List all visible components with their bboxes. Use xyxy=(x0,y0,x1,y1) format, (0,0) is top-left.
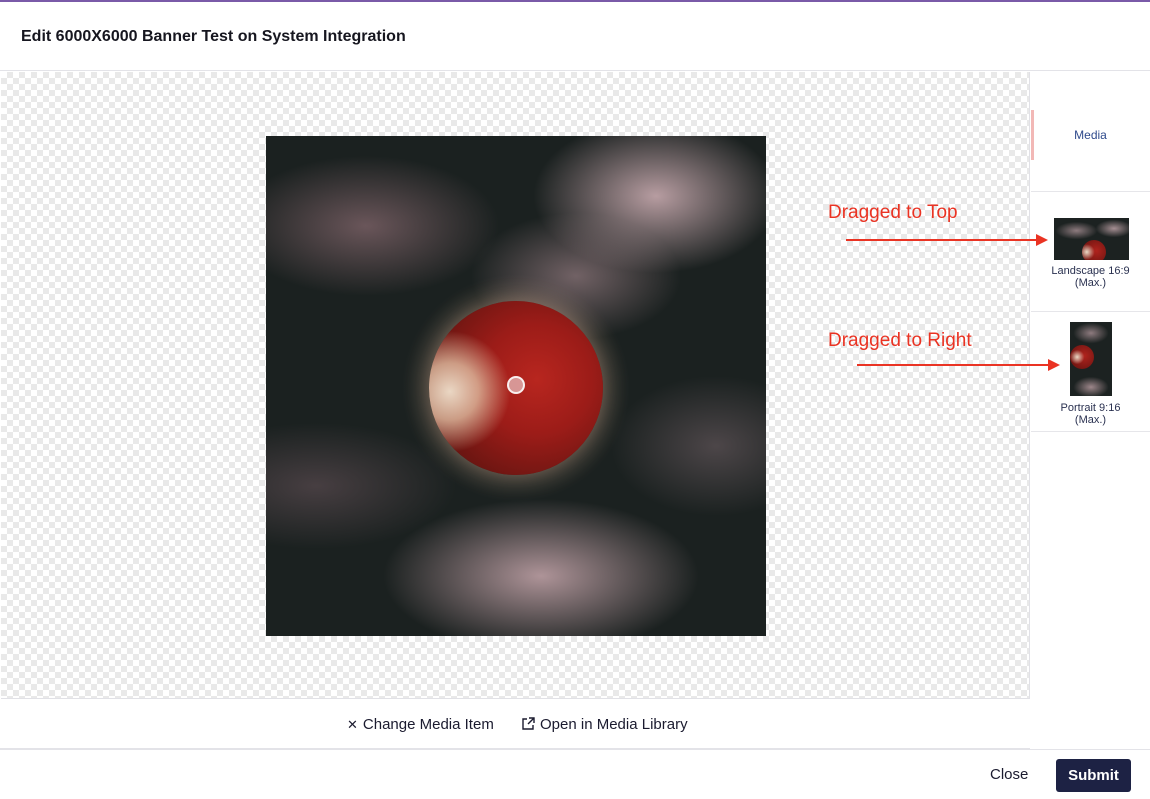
main-image-preview[interactable] xyxy=(266,136,766,636)
close-button[interactable]: Close xyxy=(990,766,1028,783)
thumbnail-moon xyxy=(1082,240,1106,260)
dialog-header: Edit 6000X6000 Banner Test on System Int… xyxy=(0,2,1150,71)
media-actions-bar: ✕ Change Media Item Open in Media Librar… xyxy=(0,700,1030,749)
crop-label-portrait: Portrait 9:16 xyxy=(1060,402,1121,414)
external-link-icon xyxy=(522,716,535,733)
landscape-crop-thumbnail[interactable] xyxy=(1054,218,1129,260)
submit-button[interactable]: Submit xyxy=(1056,759,1131,792)
crop-sidebar: Media Landscape 16:9 (Max.) Portrait 9:1… xyxy=(1031,72,1150,699)
footer-divider xyxy=(0,749,1150,750)
crop-label-landscape: Landscape 16:9 xyxy=(1051,265,1130,277)
change-media-button[interactable]: ✕ Change Media Item xyxy=(347,716,494,733)
external-link-svg xyxy=(522,716,535,730)
annotation-arrow-top xyxy=(846,234,1048,246)
crop-item-landscape[interactable]: Landscape 16:9 (Max.) xyxy=(1031,265,1150,289)
open-media-library-link[interactable]: Open in Media Library xyxy=(522,716,688,733)
sidebar-divider xyxy=(1031,311,1150,312)
open-media-library-label: Open in Media Library xyxy=(540,716,688,733)
change-media-label: Change Media Item xyxy=(362,716,494,733)
focal-point-handle[interactable] xyxy=(507,376,525,394)
annotation-dragged-right: Dragged to Right xyxy=(828,330,972,351)
crop-sublabel-landscape: (Max.) xyxy=(1074,277,1107,289)
close-icon: ✕ xyxy=(347,716,358,732)
annotation-arrow-right xyxy=(857,359,1060,371)
image-editor-canvas[interactable] xyxy=(1,72,1030,699)
annotation-dragged-top: Dragged to Top xyxy=(828,202,958,223)
crop-sublabel-portrait: (Max.) xyxy=(1074,414,1107,426)
dialog-title: Edit 6000X6000 Banner Test on System Int… xyxy=(21,28,406,45)
sidebar-divider xyxy=(1031,191,1150,192)
crop-item-portrait[interactable]: Portrait 9:16 (Max.) xyxy=(1031,402,1150,426)
portrait-crop-thumbnail[interactable] xyxy=(1070,322,1112,396)
thumbnail-moon xyxy=(1070,345,1094,369)
tab-media[interactable]: Media xyxy=(1031,110,1150,160)
sidebar-divider xyxy=(1031,431,1150,432)
